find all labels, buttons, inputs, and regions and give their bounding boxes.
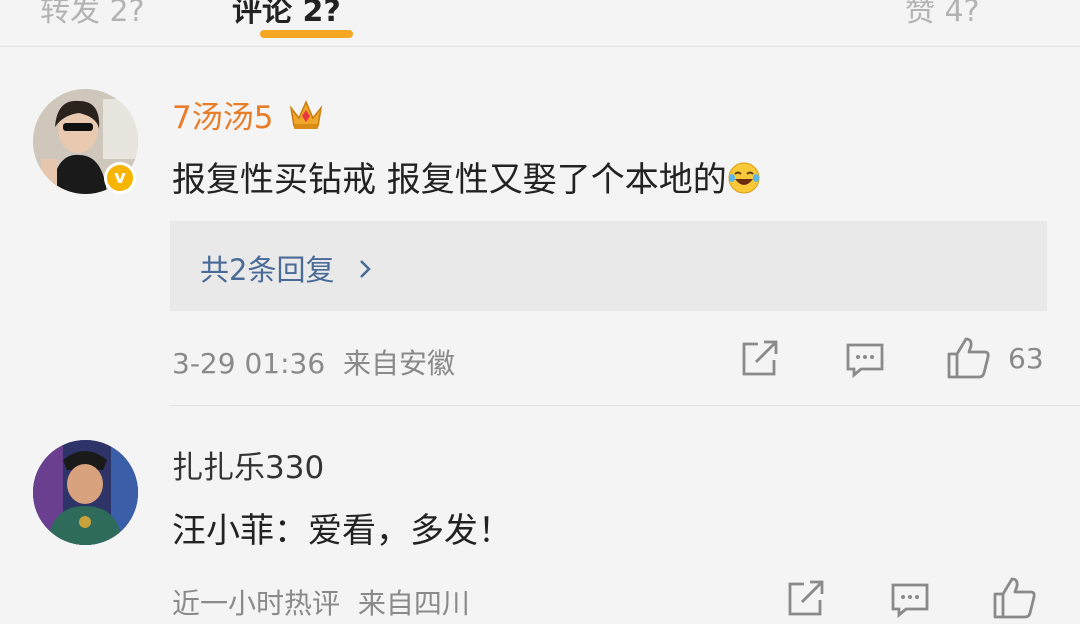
active-tab-indicator [260, 30, 353, 38]
comment-timestamp: 近一小时热评 [172, 587, 341, 620]
comment-location: 来自四川 [357, 587, 470, 620]
comment-text: 报复性买钻戒 报复性又娶了个本地的 [172, 152, 761, 201]
comment-location: 来自安徽 [342, 347, 455, 380]
tab-comments[interactable]: 评论 2? [232, 0, 341, 30]
share-icon[interactable] [740, 340, 780, 382]
comment-divider [170, 405, 1080, 406]
like-thumb-icon[interactable] [992, 576, 1038, 624]
tabs-divider [0, 46, 1080, 47]
replies-link[interactable]: 共2条回复 [200, 247, 372, 289]
verified-badge-icon: v [104, 162, 136, 194]
comment-tabs: 转发 2? 评论 2? 赞 4? [0, 0, 1080, 46]
tab-reposts[interactable]: 转发 2? [40, 0, 145, 30]
comment-timestamp: 3-29 01:36 [172, 347, 326, 380]
comment-username[interactable]: 扎扎乐330 [172, 442, 324, 487]
comment-username[interactable]: 7汤汤5 [172, 100, 273, 136]
replies-box[interactable]: 共2条回复 [170, 221, 1047, 311]
laughing-tears-emoji-icon [727, 161, 761, 195]
comment-text: 汪小菲：爱看，多发！ [172, 511, 512, 551]
chevron-right-icon [358, 253, 372, 287]
tab-likes[interactable]: 赞 4? [905, 0, 980, 30]
comment-icon[interactable] [845, 342, 885, 382]
comment-meta: 近一小时热评 来自四川 [172, 582, 470, 622]
crown-badge-icon [287, 98, 325, 140]
avatar[interactable] [33, 440, 138, 545]
like-thumb-icon[interactable] [946, 336, 992, 384]
comment-meta: 3-29 01:36 来自安徽 [172, 342, 455, 382]
like-count: 63 [1008, 342, 1044, 375]
comment-icon[interactable] [890, 582, 930, 622]
share-icon[interactable] [786, 580, 826, 622]
